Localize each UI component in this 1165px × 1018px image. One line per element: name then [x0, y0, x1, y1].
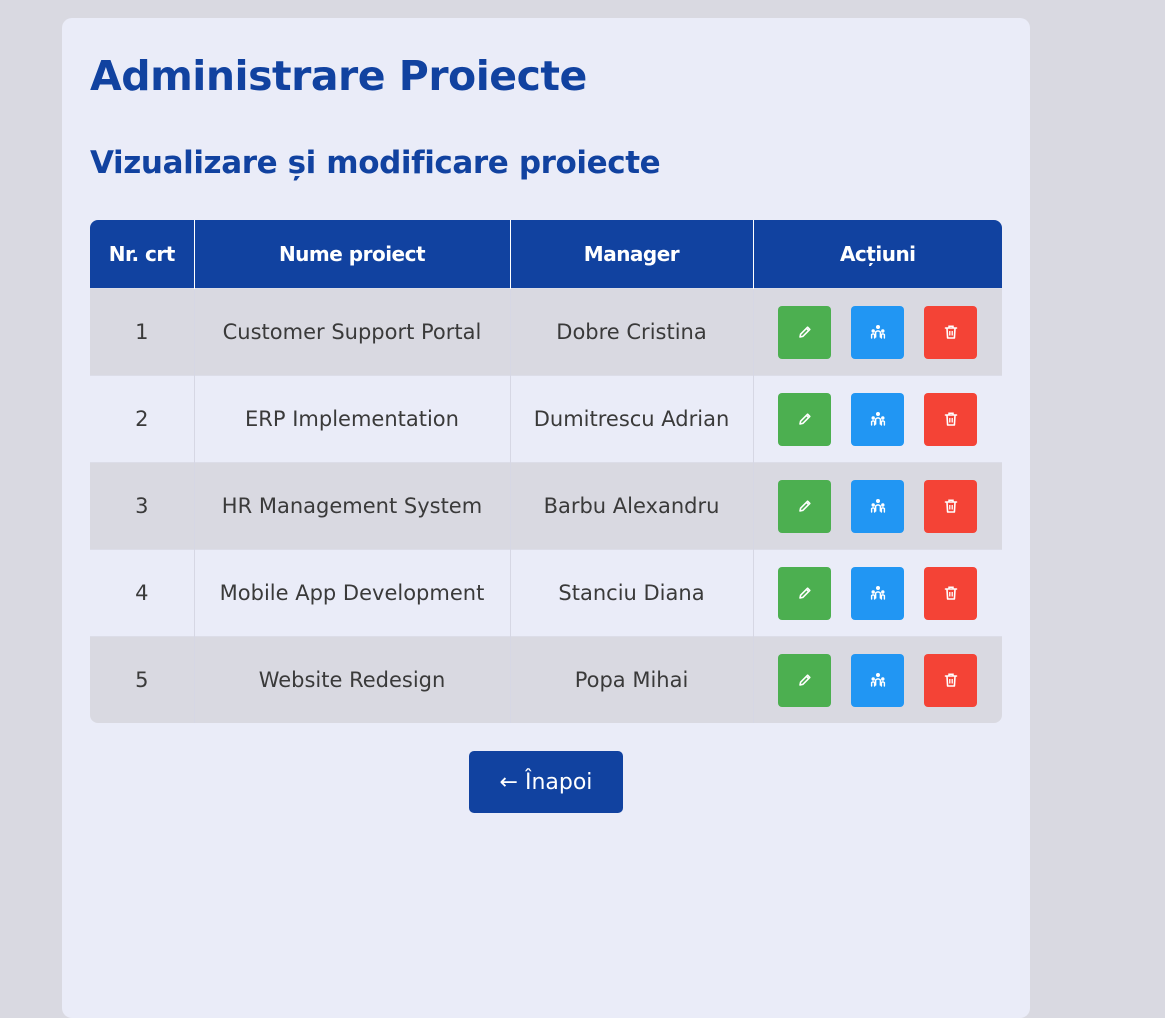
cell-manager: Stanciu Diana: [509, 549, 753, 637]
pencil-icon: [798, 500, 811, 512]
header-project-name: Nume proiect: [193, 220, 510, 289]
section-title: Vizualizare și modificare proiecte: [90, 145, 661, 181]
cell-project-name: Customer Support Portal: [193, 288, 510, 376]
edit-button[interactable]: [778, 392, 832, 446]
team-button[interactable]: [851, 392, 905, 446]
delete-button[interactable]: [924, 566, 978, 620]
back-button[interactable]: ← Înapoi: [469, 751, 623, 813]
edit-button[interactable]: [778, 653, 832, 707]
cell-nr-crt: 2: [90, 375, 194, 463]
delete-button[interactable]: [924, 392, 978, 446]
table-row: 3 HR Management System Barbu Alexandru: [90, 462, 1003, 550]
row-actions: [754, 566, 1003, 620]
row-actions: [754, 392, 1003, 446]
table-header-row: Nr. crt Nume proiect Manager Acțiuni: [90, 220, 1002, 289]
table-row: 4 Mobile App Development Stanciu Diana: [90, 549, 1003, 637]
pencil-icon: [798, 587, 811, 599]
pencil-icon: [798, 674, 811, 686]
cell-nr-crt: 3: [90, 462, 194, 550]
edit-button[interactable]: [778, 479, 832, 533]
cell-manager: Dumitrescu Adrian: [509, 375, 753, 463]
cell-project-name: HR Management System: [193, 462, 510, 550]
trash-icon: [944, 325, 958, 339]
row-actions: [754, 653, 1003, 707]
team-button[interactable]: [851, 479, 905, 533]
table-row: 2 ERP Implementation Dumitrescu Adrian: [90, 375, 1003, 463]
edit-button[interactable]: [778, 566, 832, 620]
delete-button[interactable]: [924, 479, 978, 533]
cell-nr-crt: 5: [90, 636, 194, 723]
team-icon: [870, 673, 885, 687]
header-actions: Acțiuni: [752, 220, 1002, 289]
table-row: 1 Customer Support Portal Dobre Cristina: [90, 288, 1003, 376]
trash-icon: [944, 499, 958, 513]
cell-project-name: ERP Implementation: [193, 375, 510, 463]
header-nr-crt: Nr. crt: [90, 220, 194, 289]
trash-icon: [944, 412, 958, 426]
team-icon: [870, 412, 885, 426]
trash-icon: [944, 673, 958, 687]
cell-project-name: Mobile App Development: [193, 549, 510, 637]
cell-manager: Dobre Cristina: [509, 288, 753, 376]
cell-actions: [752, 462, 1003, 550]
team-button[interactable]: [851, 305, 905, 359]
pencil-icon: [798, 326, 811, 338]
main-card: Administrare Proiecte Vizualizare și mod…: [62, 18, 1030, 1018]
projects-table: Nr. crt Nume proiect Manager Acțiuni 1 C…: [90, 220, 1002, 723]
cell-actions: [752, 636, 1003, 723]
team-icon: [870, 325, 885, 339]
trash-icon: [944, 586, 958, 600]
cell-manager: Barbu Alexandru: [509, 462, 753, 550]
cell-manager: Popa Mihai: [509, 636, 753, 723]
team-icon: [870, 586, 885, 600]
cell-actions: [752, 375, 1003, 463]
pencil-icon: [798, 413, 811, 425]
delete-button[interactable]: [924, 305, 978, 359]
cell-actions: [752, 288, 1003, 376]
header-manager: Manager: [509, 220, 753, 289]
team-icon: [870, 499, 885, 513]
delete-button[interactable]: [924, 653, 978, 707]
team-button[interactable]: [851, 566, 905, 620]
cell-project-name: Website Redesign: [193, 636, 510, 723]
row-actions: [754, 305, 1003, 359]
cell-nr-crt: 1: [90, 288, 194, 376]
row-actions: [754, 479, 1003, 533]
edit-button[interactable]: [778, 305, 832, 359]
cell-actions: [752, 549, 1003, 637]
team-button[interactable]: [851, 653, 905, 707]
cell-nr-crt: 4: [90, 549, 194, 637]
page-title: Administrare Proiecte: [90, 52, 587, 100]
table-row: 5 Website Redesign Popa Mihai: [90, 636, 1003, 723]
